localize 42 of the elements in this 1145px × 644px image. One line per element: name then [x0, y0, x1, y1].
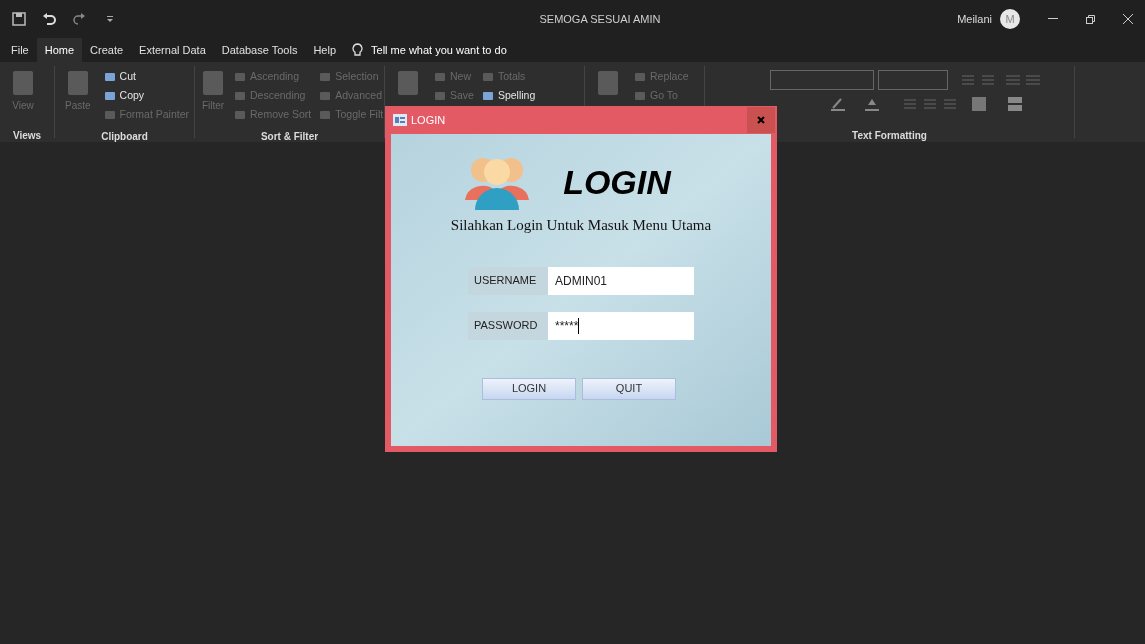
restore-icon[interactable]: [1086, 14, 1095, 24]
login-heading: LOGIN: [563, 161, 671, 203]
group-label: Clipboard: [101, 131, 148, 142]
field-label: PASSWORD: [468, 311, 548, 340]
font-color-icon: [830, 96, 846, 112]
font-name-dropdown[interactable]: [770, 70, 874, 90]
dialog-title: LOGIN: [411, 112, 446, 128]
align-icon: [902, 98, 958, 110]
ribbon-tab[interactable]: External Data: [131, 38, 214, 62]
dialog-button[interactable]: LOGIN: [482, 377, 576, 400]
close-button[interactable]: [747, 107, 775, 133]
tell-me-search[interactable]: Tell me what you want to do: [371, 41, 507, 59]
undo-icon[interactable]: [42, 12, 56, 26]
redo-icon[interactable]: [72, 12, 86, 26]
background-icon: [1008, 97, 1022, 111]
field-label: USERNAME: [468, 266, 548, 295]
form-icon: [393, 114, 407, 126]
dialog-button[interactable]: QUIT: [582, 377, 676, 400]
ribbon-tab[interactable]: Create: [82, 38, 132, 62]
group-label: Views: [12, 130, 42, 141]
ribbon-button[interactable]: Cut: [103, 68, 189, 85]
customize-icon[interactable]: [106, 15, 114, 23]
ribbon-tab[interactable]: File: [3, 38, 37, 62]
ribbon-tab[interactable]: Home: [36, 38, 83, 62]
save-icon[interactable]: [12, 12, 26, 26]
input-field[interactable]: *****: [548, 311, 694, 340]
group-label: Sort & Filter: [260, 131, 319, 142]
font-size-dropdown[interactable]: [878, 70, 948, 90]
ribbon-button[interactable]: Copy: [103, 87, 189, 104]
minimize-icon[interactable]: [1048, 18, 1058, 20]
close-icon[interactable]: [1123, 14, 1133, 24]
ribbon-tab[interactable]: Database Tools: [213, 38, 306, 62]
avatar[interactable]: M: [1000, 9, 1020, 29]
ribbon-button[interactable]: Spelling: [481, 87, 536, 104]
login-instruction: Silahkan Login Untuk Masuk Menu Utama: [450, 216, 712, 235]
group-label: Text Formatting: [852, 130, 927, 141]
input-field[interactable]: ADMIN01: [548, 266, 694, 295]
close-icon: [757, 116, 765, 124]
ribbon-tab[interactable]: Help: [305, 38, 344, 62]
user-name: Meilani: [957, 11, 992, 27]
window-title: SEMOGA SESUAI AMIN: [538, 11, 662, 27]
lightbulb-icon: [352, 43, 363, 57]
